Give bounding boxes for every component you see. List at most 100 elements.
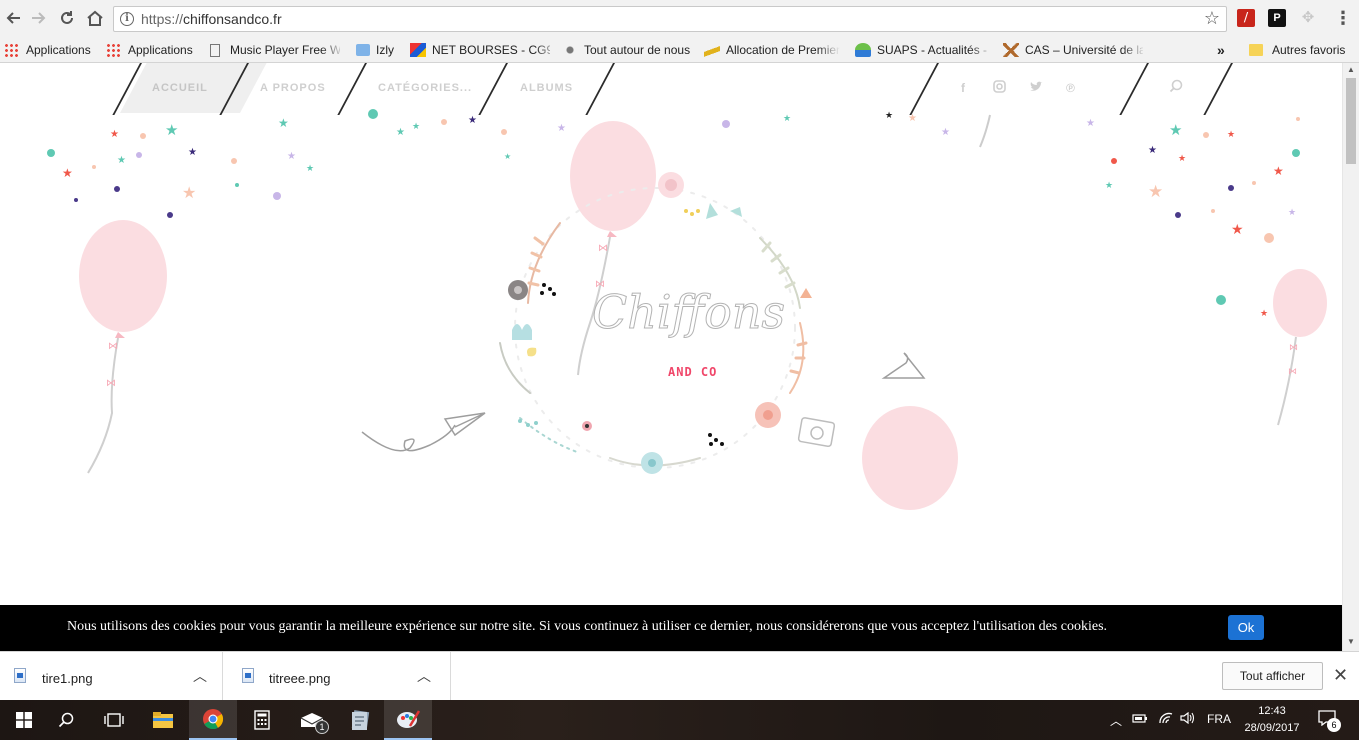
bookmark-apps[interactable]: Applications (4, 40, 91, 60)
battery-icon[interactable] (1132, 712, 1148, 727)
p-extension-icon[interactable]: P (1268, 9, 1286, 27)
clock-time: 12:43 (1258, 705, 1286, 717)
puzzle-extension-icon[interactable]: ✥ (1299, 9, 1317, 27)
chrome-menu-icon[interactable]: ⋮ (1334, 8, 1352, 28)
download-item[interactable]: tire1.png ︿ (0, 652, 223, 700)
svg-text:★: ★ (1169, 121, 1182, 139)
svg-text:★: ★ (1178, 154, 1186, 164)
bookmark-allocation[interactable]: Allocation de Premier (704, 40, 840, 60)
svg-text:★: ★ (468, 115, 477, 126)
calculator-button[interactable] (238, 700, 286, 740)
chrome-icon (203, 709, 224, 730)
svg-text:★: ★ (62, 166, 73, 180)
battery-glyph-icon (1132, 714, 1147, 723)
header-illustration: ★ ★ ★ ★ ★ ★ ★ ★ ★ ★ ★ ★ ★ ★ ★ ★ ★ ★ ★ ★ … (47, 109, 1327, 532)
svg-text:★: ★ (1148, 182, 1163, 202)
svg-text:★: ★ (110, 129, 119, 140)
bookmark-tout-autour[interactable]: Tout autour de nous (562, 40, 690, 60)
svg-text:★: ★ (941, 127, 950, 138)
twitter-icon[interactable] (1029, 81, 1043, 96)
speaker-icon (1180, 711, 1195, 725)
bookmark-autres-favoris[interactable]: Autres favoris (1249, 40, 1345, 60)
svg-text:★: ★ (1148, 145, 1157, 156)
wifi-icon[interactable] (1158, 712, 1174, 727)
svg-text:★: ★ (287, 151, 296, 162)
notification-badge: 6 (1327, 718, 1341, 732)
scrollbar-thumb[interactable] (1346, 78, 1356, 164)
web-page: ★ ★ ★ ★ ★ ★ ★ ★ ★ ★ ★ ★ ★ ★ ★ ★ ★ ★ ★ ★ … (0, 63, 1342, 605)
bookmark-suaps[interactable]: SUAPS - Actualités - l (855, 40, 990, 60)
calculator-icon (254, 710, 270, 730)
net-bourses-icon (410, 43, 426, 57)
image-file-icon (14, 668, 26, 683)
cookie-ok-button[interactable]: Ok (1228, 615, 1264, 640)
bookmark-cas-universite[interactable]: CAS – Université de la (1003, 40, 1143, 60)
apps-grid-icon (4, 43, 20, 57)
scroll-down-arrow-icon[interactable]: ▼ (1347, 637, 1355, 646)
back-button[interactable] (2, 7, 24, 29)
chevron-up-icon[interactable]: ︿ (193, 666, 207, 686)
nav-albums[interactable]: ALBUMS (520, 82, 573, 94)
svg-text:★: ★ (557, 123, 566, 134)
notes-app-button[interactable] (336, 700, 384, 740)
download-filename: titreee.png (269, 671, 331, 686)
home-button[interactable] (84, 7, 106, 29)
file-explorer-button[interactable] (139, 700, 187, 740)
arrow-left-icon (6, 12, 20, 24)
bookmark-applications[interactable]: Applications (106, 40, 193, 60)
address-bar[interactable]: i https://chiffonsandco.fr ☆ (113, 6, 1227, 32)
camera-doodle (797, 417, 836, 448)
balloon-left: ⋈ ⋈ (79, 220, 167, 474)
facebook-icon[interactable]: f (961, 81, 965, 95)
mail-badge: 1 (315, 720, 329, 734)
input-language[interactable]: FRA (1207, 712, 1231, 726)
svg-text:⋈: ⋈ (1288, 366, 1297, 376)
logo-main-text: Chiffons (592, 285, 785, 339)
wifi-glyph-icon (1159, 712, 1173, 724)
scroll-up-arrow-icon[interactable]: ▲ (1347, 65, 1355, 74)
notification-center-button[interactable]: 6 (1318, 710, 1342, 732)
svg-text:★: ★ (1231, 222, 1244, 238)
tray-chevron-up-icon[interactable]: ︿ (1110, 712, 1122, 729)
info-icon[interactable]: i (120, 12, 134, 26)
close-icon[interactable]: ✕ (1333, 665, 1348, 686)
download-shelf: tire1.png ︿ titreee.png ︿ Tout afficher … (0, 651, 1359, 700)
task-view-button[interactable] (90, 700, 138, 740)
balloon-right: ⋈ ⋈ (1273, 269, 1327, 426)
bookmarks-overflow-button[interactable]: » (1217, 40, 1225, 60)
paint-app-button[interactable] (384, 700, 432, 740)
logo-sub-text: AND CO (668, 365, 717, 379)
start-button[interactable] (0, 700, 48, 740)
nav-a-propos[interactable]: A PROPOS (260, 82, 326, 94)
show-all-downloads-button[interactable]: Tout afficher (1222, 662, 1323, 690)
nav-accueil[interactable]: ACCUEIL (152, 82, 208, 94)
pdf-extension-icon[interactable]: ⧸ (1237, 9, 1255, 27)
mail-button[interactable]: 1 (288, 700, 336, 740)
reload-button[interactable] (56, 7, 78, 29)
volume-icon[interactable] (1180, 711, 1196, 727)
page-scrollbar[interactable]: ▲ ▼ (1342, 63, 1359, 651)
svg-text:⋈: ⋈ (108, 341, 118, 352)
forward-button[interactable] (28, 7, 50, 29)
chevron-up-icon[interactable]: ︿ (417, 666, 431, 686)
system-clock[interactable]: 12:43 28/09/2017 (1240, 703, 1304, 737)
instagram-icon[interactable] (993, 80, 1006, 96)
svg-text:★: ★ (1260, 309, 1268, 319)
svg-text:⋈: ⋈ (1289, 342, 1298, 352)
bookmark-music-player[interactable]: Music Player Free Wi (208, 40, 340, 60)
bookmark-net-bourses[interactable]: NET BOURSES - CG97 (410, 40, 550, 60)
bookmark-star-icon[interactable]: ☆ (1204, 8, 1220, 29)
download-item[interactable]: titreee.png ︿ (224, 652, 451, 700)
bookmark-izly[interactable]: Izly (356, 40, 394, 60)
search-icon[interactable] (1169, 79, 1183, 96)
search-taskbar-button[interactable] (42, 700, 90, 740)
chrome-taskbar-button[interactable] (189, 700, 237, 740)
pinterest-icon[interactable]: ℗ (1066, 81, 1075, 95)
svg-text:★: ★ (396, 127, 405, 138)
folder-icon (1249, 44, 1263, 56)
svg-text:★: ★ (278, 116, 289, 130)
folder-icon (153, 712, 173, 728)
cookie-consent-bar: Nous utilisons des cookies pour vous gar… (0, 605, 1342, 651)
svg-text:★: ★ (885, 111, 893, 121)
nav-categories[interactable]: CATÉGORIES... (378, 82, 472, 94)
